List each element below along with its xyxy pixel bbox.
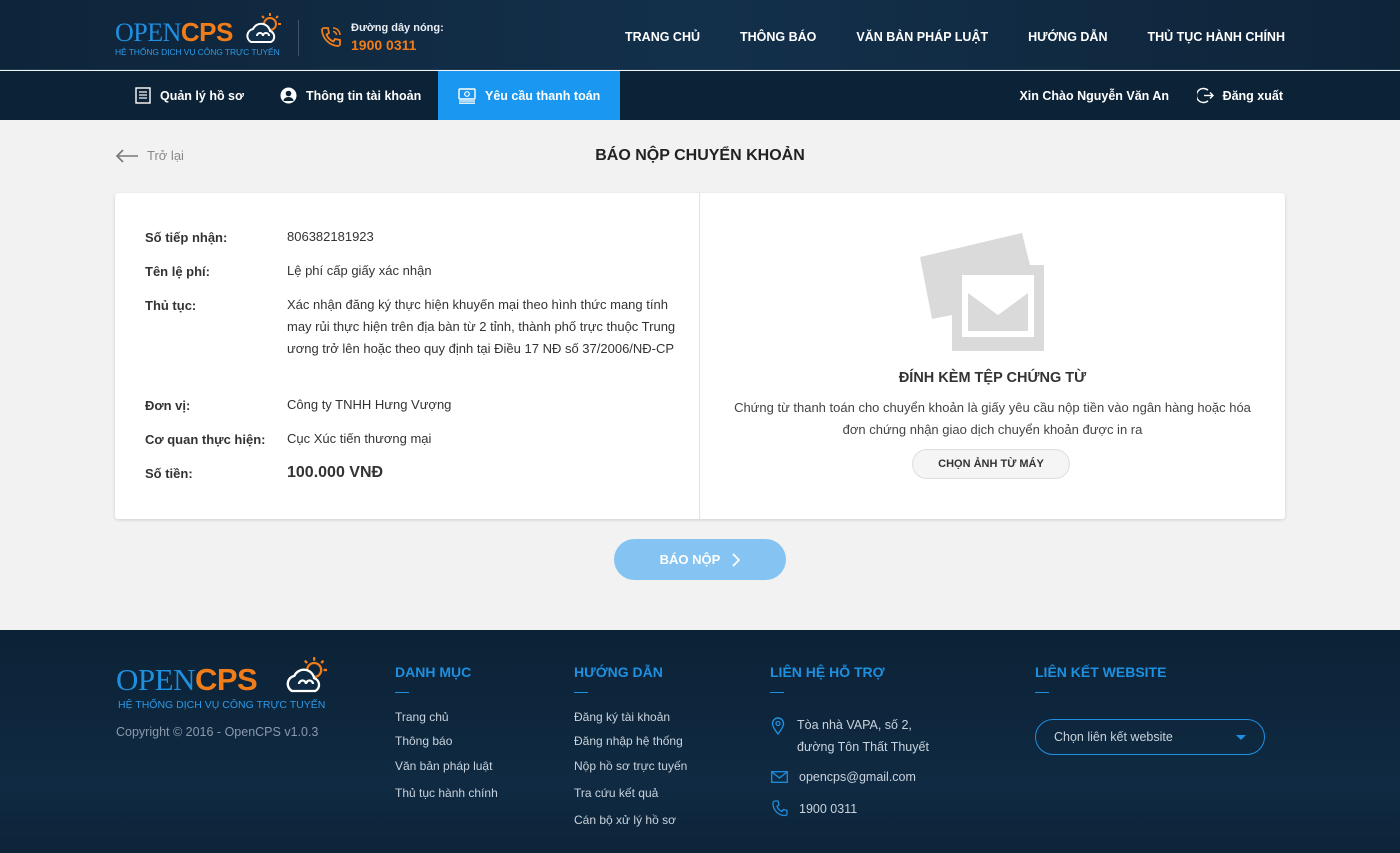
amount-label: Số tiền: [145,466,193,481]
nav-legal-documents[interactable]: VĂN BẢN PHÁP LUẬT [856,30,988,44]
nav-announcements[interactable]: THÔNG BÁO [740,30,816,44]
logo-open-text: OPEN [115,18,181,47]
copyright: Copyright © 2016 - OpenCPS v1.0.3 [116,725,319,739]
phone-icon [772,800,788,817]
footer-logo-cps-text: CPS [194,662,258,697]
chevron-right-icon [732,552,741,567]
opencps-logo[interactable]: OPENCPS HỆ THỐNG DỊCH VỤ CÔNG TRỰC TUYẾN [115,13,285,58]
nav-administrative-procedures[interactable]: THỦ TỤC HÀNH CHÍNH [1148,30,1286,44]
address-line-2: đường Tôn Thất Thuyết [797,740,929,754]
user-icon [280,87,297,104]
procedure-label: Thủ tục: [145,298,197,313]
submit-label: BÁO NỘP [659,552,721,567]
user-greeting: Xin Chào Nguyễn Văn An [1019,88,1169,103]
footer-divider [770,692,784,693]
cloud-sun-icon [286,657,327,693]
footer-menu-column: DANH MỤC [395,664,471,693]
footer-link-home[interactable]: Trang chủ [395,710,449,724]
logo-cps-text: CPS [180,17,233,47]
subnav-item-label: Quản lý hồ sơ [160,88,244,103]
footer-divider [1035,692,1049,693]
footer-link-announcements[interactable]: Thông báo [395,734,452,748]
select-placeholder: Chọn liên kết website [1054,730,1173,744]
unit-value: Công ty TNHH Hưng Vượng [287,397,452,412]
attachment-description: Chứng từ thanh toán cho chuyển khoản là … [734,400,1251,437]
hotline-number: 1900 0311 [351,37,417,53]
procedure-value: Xác nhận đăng ký thực hiện khuyến mại th… [287,297,676,356]
address-line-1: Tòa nhà VAPA, số 2, [797,718,912,732]
logo-tagline: HỆ THỐNG DỊCH VỤ CÔNG TRỰC TUYẾN [115,47,280,57]
unit-label: Đơn vị: [145,398,191,413]
footer-logo-wordmark: OPENCPS [116,662,258,697]
footer-link-login[interactable]: Đăng nhập hệ thống [574,734,683,748]
footer-link-procedures[interactable]: Thủ tục hành chính [395,786,498,800]
footer-logo-tagline: HỆ THỐNG DỊCH VỤ CÔNG TRỰC TUYẾN [118,699,326,711]
agency-label: Cơ quan thực hiện: [145,432,266,447]
footer-divider [574,692,588,693]
contact-email[interactable]: opencps@gmail.com [799,766,916,788]
hotline: Đường dây nóng: 1900 0311 [298,20,444,56]
top-header: OPENCPS HỆ THỐNG DỊCH VỤ CÔNG TRỰC TUYẾN… [0,0,1400,70]
footer-links-column: LIÊN KẾT WEBSITE [1035,664,1166,693]
website-link-select[interactable]: Chọn liên kết website [1035,719,1265,755]
receipt-value: 806382181923 [287,229,374,244]
footer-links-title: LIÊN KẾT WEBSITE [1035,664,1167,680]
logout-button[interactable]: Đăng xuất [1196,71,1283,120]
contact-address: Tòa nhà VAPA, số 2, đường Tôn Thất Thuyế… [797,714,929,758]
payment-card: Số tiếp nhận: 806382181923 Tên lệ phí: L… [115,193,1285,519]
submit-payment-button[interactable]: BÁO NỘP [614,539,786,580]
nav-guide[interactable]: HƯỚNG DẪN [1028,30,1107,44]
subnav-item-payment-request[interactable]: Yêu cầu thanh toán [438,71,621,120]
receipt-label: Số tiếp nhận: [145,230,228,245]
hotline-label: Đường dây nóng: [351,22,444,34]
subnav-item-label: Yêu cầu thanh toán [485,88,601,103]
footer-link-legal-documents[interactable]: Văn bản pháp luật [395,759,492,773]
choose-image-button[interactable]: CHỌN ẢNH TỪ MÁY [912,449,1070,479]
fee-value: Lệ phí cấp giấy xác nhận [287,263,432,278]
document-icon [135,87,151,104]
footer-link-submit-online[interactable]: Nộp hồ sơ trực tuyến [574,759,687,773]
phone-icon [321,27,341,47]
cloud-sun-icon [246,13,281,43]
attachment-panel: ĐÍNH KÈM TỆP CHỨNG TỪ Chứng từ thanh toá… [700,193,1285,519]
agency-value: Cục Xúc tiến thương mại [287,431,432,446]
logo-wordmark: OPENCPS [115,18,233,47]
footer-logo[interactable]: OPENCPS HỆ THỐNG DỊCH VỤ CÔNG TRỰC TUYẾN [116,656,336,716]
mail-icon [771,771,788,783]
attachment-title: ĐÍNH KÈM TỆP CHỨNG TỪ [898,370,1087,386]
footer-guide-title: HƯỚNG DẪN [574,664,663,680]
footer-contact-title: LIÊN HỆ HỖ TRỢ [770,664,885,680]
footer: OPENCPS HỆ THỐNG DỊCH VỤ CÔNG TRỰC TUYẾN… [0,630,1400,853]
chevron-down-icon [1236,735,1246,740]
amount-value: 100.000 VNĐ [287,464,384,481]
footer-link-register[interactable]: Đăng ký tài khoản [574,710,670,724]
footer-divider [395,692,409,693]
subnav-item-account-info[interactable]: Thông tin tài khoản [280,71,421,120]
payment-details: Số tiếp nhận: 806382181923 Tên lệ phí: L… [115,193,700,519]
footer-guide-column: HƯỚNG DẪN [574,664,663,693]
footer-link-officers[interactable]: Cán bộ xử lý hồ sơ [574,813,676,827]
logout-icon [1196,87,1214,104]
subnav-item-label: Thông tin tài khoản [306,88,422,103]
image-placeholder-icon [920,233,1044,351]
footer-contact-column: LIÊN HỆ HỖ TRỢ [770,664,885,693]
main-nav: TRANG CHỦ THÔNG BÁO VĂN BẢN PHÁP LUẬT HƯ… [625,30,1285,44]
subnav-item-manage-dossiers[interactable]: Quản lý hồ sơ [135,71,244,120]
location-pin-icon [771,717,785,735]
footer-link-lookup-results[interactable]: Tra cứu kết quả [574,786,658,800]
account-subnav: Quản lý hồ sơ Thông tin tài khoản Yêu cầ… [0,71,1400,120]
fee-label: Tên lệ phí: [145,264,210,279]
page-title: BÁO NỘP CHUYỂN KHOẢN [595,147,805,164]
footer-menu-title: DANH MỤC [395,664,472,680]
nav-home[interactable]: TRANG CHỦ [625,30,700,44]
logout-label: Đăng xuất [1222,88,1283,103]
payment-icon [458,87,476,104]
footer-logo-open-text: OPEN [116,662,195,697]
contact-phone[interactable]: 1900 0311 [799,798,857,820]
